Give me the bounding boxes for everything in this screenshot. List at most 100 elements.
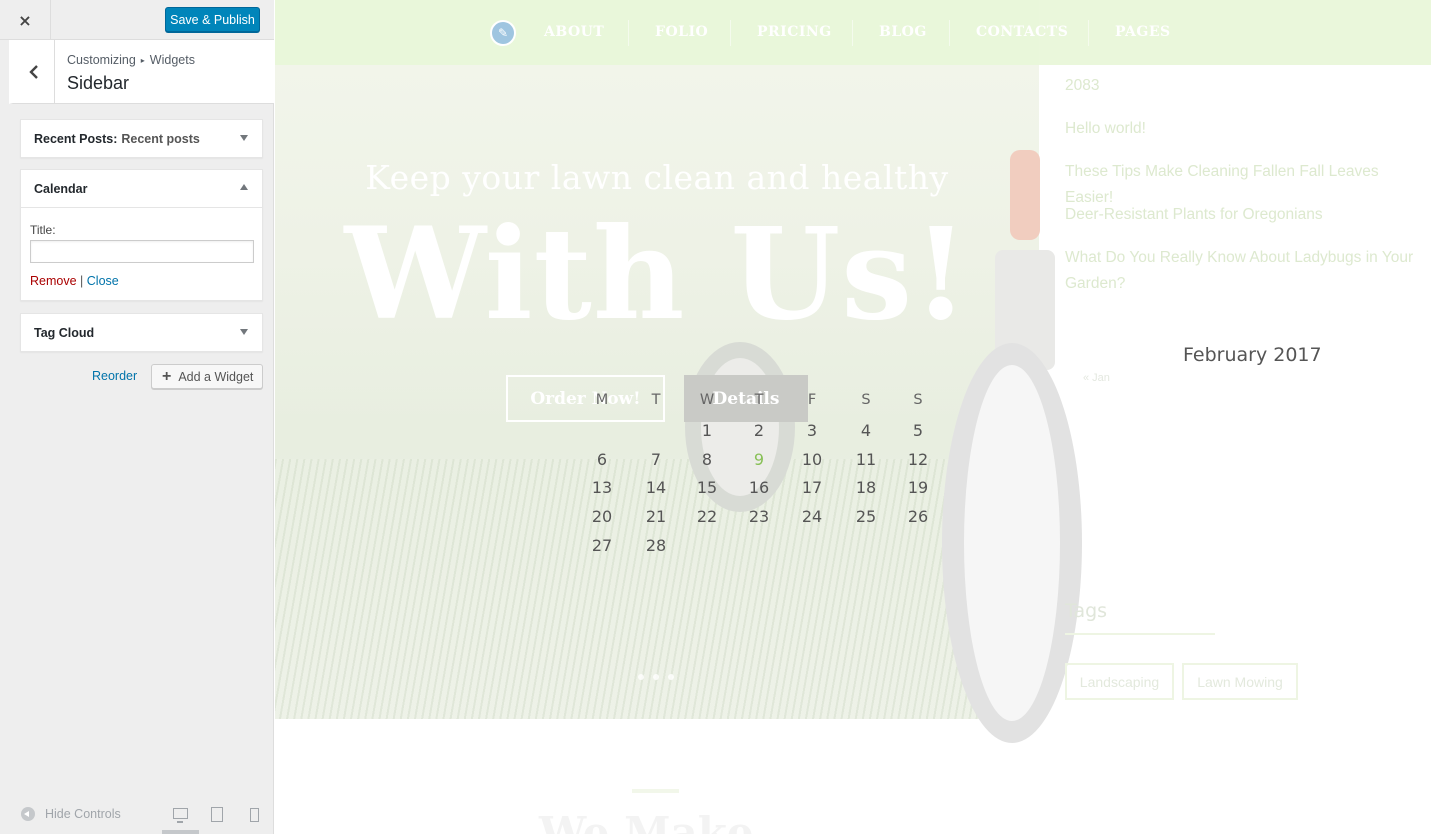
recent-post-link[interactable]: 2083 (1065, 73, 1425, 99)
calendar-day: 25 (855, 507, 877, 526)
calendar-day: 21 (645, 507, 667, 526)
add-widget-button[interactable]: + Add a Widget (151, 364, 263, 389)
section-title: Sidebar (67, 73, 130, 93)
calendar-day: 17 (801, 478, 823, 497)
calendar-day: 1 (701, 421, 713, 440)
calendar-weekday: M (595, 392, 609, 408)
widget-calendar-toggle[interactable]: Calendar (21, 170, 262, 207)
add-widget-label: Add a Widget (178, 369, 254, 384)
title-input[interactable] (30, 240, 254, 263)
calendar-weekday: S (861, 392, 871, 408)
calendar-weekday: S (913, 392, 923, 408)
widget-subtitle: Recent posts (121, 131, 200, 146)
hide-controls-button[interactable]: Hide Controls (21, 807, 121, 821)
mobile-icon[interactable] (250, 808, 259, 822)
edit-shortcut-icon[interactable]: ✎ (490, 20, 516, 46)
widget-calendar: Calendar Title: Remove | Close (20, 169, 263, 301)
hero-subtitle: Keep your lawn clean and healthy (365, 158, 949, 197)
calendar-day: 11 (855, 450, 877, 469)
breadcrumb-widgets: Widgets (149, 53, 195, 67)
nav-about[interactable]: ABOUT (544, 24, 604, 40)
tags-underline (1065, 633, 1215, 635)
back-button[interactable] (13, 40, 55, 103)
calendar-day-today: 9 (753, 450, 765, 469)
calendar-day: 6 (596, 450, 608, 469)
widget-recent-posts[interactable]: Recent Posts: Recent posts (20, 119, 263, 158)
recent-post-link[interactable]: Hello world! (1065, 116, 1425, 142)
widget-actions: Remove | Close (30, 274, 253, 288)
section-accent-line (632, 789, 679, 793)
recent-post-link[interactable]: Deer-Resistant Plants for Oregonians (1065, 202, 1425, 228)
nav-blog[interactable]: BLOG (879, 24, 927, 40)
calendar-prev-link[interactable]: « Jan (1083, 372, 1110, 384)
calendar-caption: February 2017 (1183, 344, 1322, 366)
nav-folio[interactable]: FOLIO (655, 24, 708, 40)
close-customizer-button[interactable]: × (0, 0, 51, 40)
breadcrumb-customizing: Customizing (67, 53, 136, 67)
chevron-left-icon (28, 64, 38, 79)
slider-dot[interactable] (668, 674, 674, 680)
calendar-day: 23 (748, 507, 770, 526)
calendar-day: 16 (748, 478, 770, 497)
top-navigation: ✎ ABOUT FOLIO PRICING BLOG CONTACTS PAGE… (275, 0, 1431, 65)
nav-divider (628, 20, 629, 46)
tag-link[interactable]: Lawn Mowing (1182, 663, 1298, 700)
nav-pricing[interactable]: PRICING (757, 24, 832, 40)
calendar-weekday: T (754, 392, 764, 408)
calendar-day: 15 (696, 478, 718, 497)
tags-title: Tags (1065, 600, 1108, 622)
site-preview: Keep your lawn clean and healthy With Us… (275, 0, 1431, 834)
calendar-day: 13 (591, 478, 613, 497)
calendar-weekday: F (807, 392, 817, 408)
slider-dot[interactable] (638, 674, 644, 680)
calendar-day: 24 (801, 507, 823, 526)
caret-down-icon[interactable] (240, 135, 248, 141)
widget-title: Calendar (34, 181, 88, 196)
nav-contacts[interactable]: CONTACTS (976, 24, 1068, 40)
customizer-header: × Save & Publish (0, 0, 274, 40)
breadcrumb: Customizing ▸ Widgets (67, 53, 195, 67)
save-publish-button[interactable]: Save & Publish (165, 7, 260, 32)
calendar-day: 2 (753, 421, 765, 440)
slider-pagination (638, 674, 674, 680)
breadcrumb-separator: ▸ (140, 56, 145, 65)
nav-divider (1088, 20, 1089, 46)
widget-title: Tag Cloud (34, 325, 95, 340)
active-device-indicator (162, 830, 199, 834)
calendar-day: 8 (701, 450, 713, 469)
calendar-day: 28 (645, 536, 667, 555)
preview-sidebar: 2083 Hello world! These Tips Make Cleani… (592, 65, 1431, 725)
calendar-day: 27 (591, 536, 613, 555)
nav-divider (949, 20, 950, 46)
widget-title: Recent Posts: (34, 131, 118, 146)
tag-link[interactable]: Landscaping (1065, 663, 1174, 700)
nav-divider (730, 20, 731, 46)
grass-background (275, 459, 1039, 719)
calendar-weekday: W (699, 392, 715, 408)
calendar-day: 19 (907, 478, 929, 497)
widget-tag-cloud[interactable]: Tag Cloud (20, 313, 263, 352)
remove-link[interactable]: Remove (30, 274, 77, 288)
customizer-panel: × Save & Publish Customizing ▸ Widgets Sid… (0, 0, 274, 834)
calendar-day: 7 (650, 450, 662, 469)
hide-controls-label: Hide Controls (45, 807, 121, 821)
calendar-day: 22 (696, 507, 718, 526)
calendar-weekday: T (651, 392, 661, 408)
tablet-icon[interactable] (211, 807, 223, 822)
recent-post-link[interactable]: What Do You Really Know About Ladybugs i… (1065, 245, 1425, 297)
desktop-icon[interactable] (173, 808, 188, 823)
calendar-day: 14 (645, 478, 667, 497)
reorder-link[interactable]: Reorder (92, 369, 137, 383)
calendar-day: 3 (806, 421, 818, 440)
slider-dot[interactable] (653, 674, 659, 680)
caret-down-icon[interactable] (240, 329, 248, 335)
section-heading: We Make (539, 808, 754, 834)
close-link[interactable]: Close (87, 274, 119, 288)
section-header: Customizing ▸ Widgets Sidebar (9, 40, 274, 104)
calendar-day: 4 (860, 421, 872, 440)
nav-pages[interactable]: PAGES (1115, 24, 1171, 40)
nav-divider (852, 20, 853, 46)
calendar-day: 26 (907, 507, 929, 526)
plus-icon: + (162, 367, 172, 385)
caret-up-icon[interactable] (240, 184, 248, 190)
